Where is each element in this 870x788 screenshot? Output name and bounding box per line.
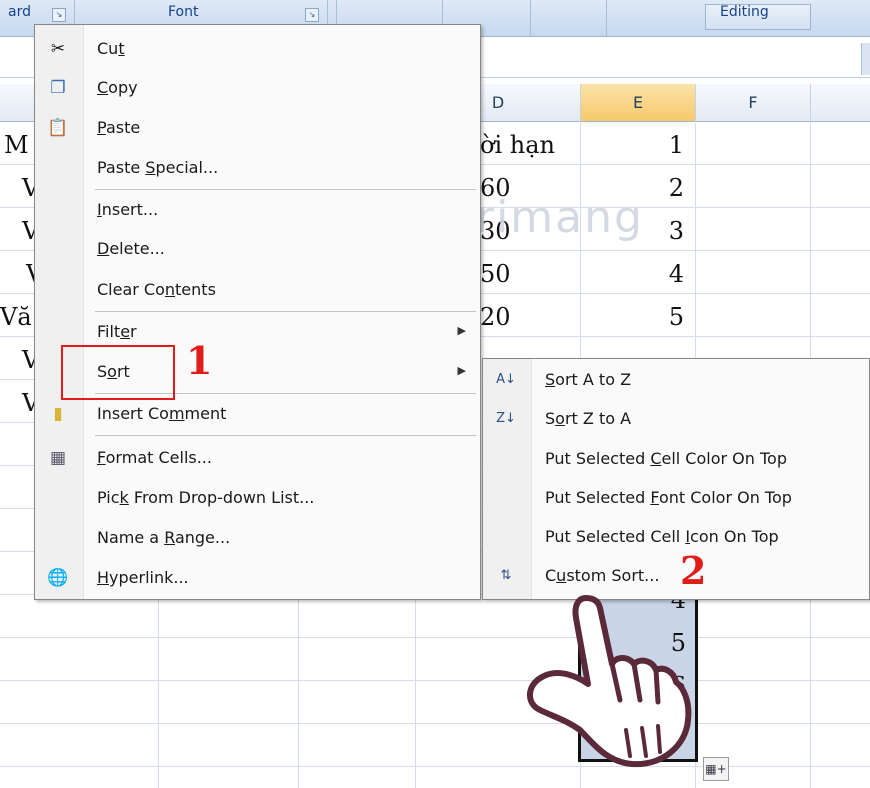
submenu-arrow-icon: ▶ bbox=[457, 324, 466, 337]
sort-submenu: A↓ Sort A to Z Z↓ Sort Z to A Put Select… bbox=[482, 358, 870, 600]
sort-descending-icon: Z↓ bbox=[496, 411, 516, 426]
submenu-item-sort-a-to-z[interactable]: A↓ Sort A to Z bbox=[483, 361, 869, 399]
column-header-f[interactable]: F bbox=[696, 84, 811, 121]
menu-item-delete[interactable]: Delete... bbox=[35, 230, 480, 268]
menu-item-insert[interactable]: Insert... bbox=[35, 191, 480, 229]
cell-e5[interactable]: 5 bbox=[580, 303, 684, 331]
copy-icon: ❐ bbox=[50, 78, 66, 98]
menu-item-paste[interactable]: 📋 Paste bbox=[35, 109, 480, 147]
scissors-icon: ✂ bbox=[50, 39, 66, 59]
cell-e2[interactable]: 2 bbox=[580, 174, 684, 202]
cell-e1[interactable]: 1 bbox=[580, 131, 684, 159]
submenu-arrow-icon: ▶ bbox=[457, 364, 466, 377]
submenu-item-font-color-on-top[interactable]: Put Selected Font Color On Top bbox=[483, 479, 869, 517]
cell-a1[interactable]: M bbox=[4, 131, 29, 159]
clipboard-launcher-icon[interactable]: ↘ bbox=[52, 8, 66, 22]
menu-item-cut[interactable]: ✂ Cut bbox=[35, 30, 480, 68]
submenu-item-sort-z-to-a[interactable]: Z↓ Sort Z to A bbox=[483, 400, 869, 438]
cell-d4[interactable]: 50 bbox=[480, 260, 511, 288]
menu-item-hyperlink[interactable]: 🌐 Hyperlink... bbox=[35, 559, 480, 597]
font-launcher-icon[interactable]: ↘ bbox=[305, 8, 319, 22]
cell-e3[interactable]: 3 bbox=[580, 217, 684, 245]
submenu-item-cell-color-on-top[interactable]: Put Selected Cell Color On Top bbox=[483, 440, 869, 478]
clipboard-group-label: ard bbox=[8, 4, 31, 20]
formula-bar-expand[interactable] bbox=[861, 43, 870, 75]
step-1-label: 1 bbox=[186, 338, 213, 383]
menu-item-copy[interactable]: ❐ Copy bbox=[35, 69, 480, 107]
menu-item-pick-from-list[interactable]: Pick From Drop-down List... bbox=[35, 479, 480, 517]
cell-d1[interactable]: ời hạn bbox=[480, 131, 555, 159]
cell-a5[interactable]: Vă bbox=[0, 303, 32, 331]
cell-d5[interactable]: 20 bbox=[480, 303, 511, 331]
format-cells-icon: ▦ bbox=[49, 448, 67, 468]
menu-item-name-range[interactable]: Name a Range... bbox=[35, 519, 480, 557]
sort-highlight-box bbox=[61, 345, 175, 400]
submenu-item-cell-icon-on-top[interactable]: Put Selected Cell Icon On Top bbox=[483, 518, 869, 556]
menu-item-format-cells[interactable]: ▦ Format Cells... bbox=[35, 439, 480, 477]
context-menu: ✂ Cut ❐ Copy 📋 Paste Paste Special... In… bbox=[34, 24, 481, 600]
column-header-g[interactable] bbox=[811, 84, 870, 121]
cell-e4[interactable]: 4 bbox=[580, 260, 684, 288]
column-header-e[interactable]: E bbox=[581, 84, 696, 121]
menu-item-insert-comment[interactable]: ▮ Insert Comment bbox=[35, 395, 480, 433]
comment-icon: ▮ bbox=[53, 404, 63, 424]
pointing-hand-cursor-icon bbox=[527, 595, 692, 768]
menu-item-paste-special[interactable]: Paste Special... bbox=[35, 149, 480, 187]
globe-link-icon: 🌐 bbox=[47, 568, 69, 588]
menu-item-clear-contents[interactable]: Clear Contents bbox=[35, 271, 480, 309]
editing-group-label: Editing bbox=[720, 4, 769, 20]
sort-ascending-icon: A↓ bbox=[496, 372, 516, 387]
paste-icon: 📋 bbox=[47, 118, 69, 138]
